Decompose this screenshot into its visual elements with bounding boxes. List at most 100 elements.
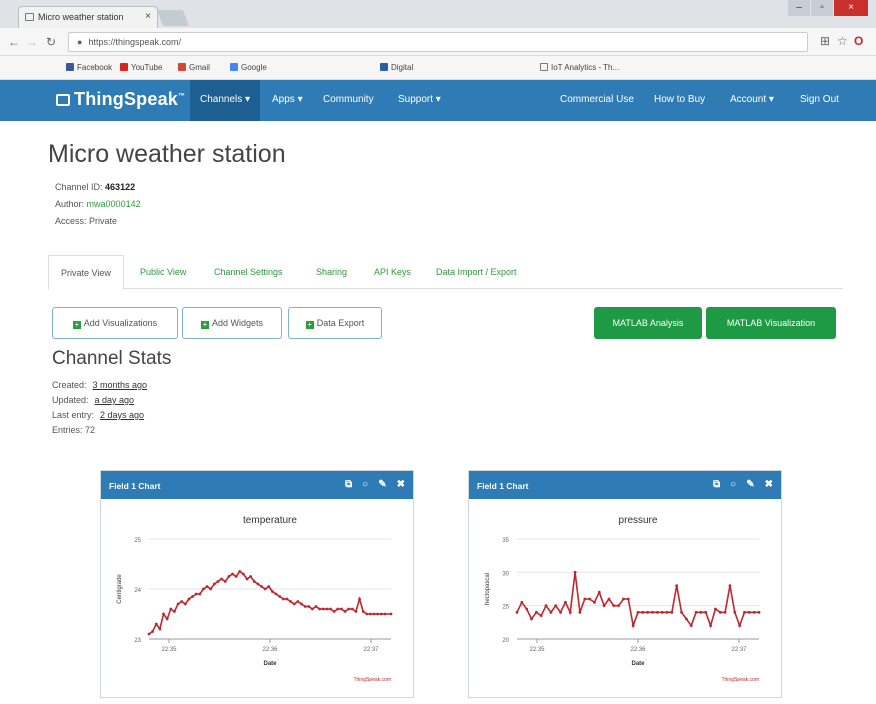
tab-channel-settings[interactable]: Channel Settings (214, 255, 283, 289)
data-point (534, 610, 538, 614)
tab-sharing[interactable]: Sharing (316, 255, 347, 289)
data-point (289, 600, 292, 603)
open-external-icon[interactable]: ⧉ (345, 479, 352, 490)
data-point (296, 600, 300, 603)
chart-widget-pressure: Field 1 Chart ⧉ ○ ✎ ✖ pressure 35 30 25 20 22… (468, 470, 782, 698)
data-export-button[interactable]: + Data Export (288, 307, 382, 339)
stat-updated: Updated: a day ago (52, 395, 135, 405)
data-point (626, 597, 630, 601)
data-point (281, 597, 285, 601)
matlab-analysis-button[interactable]: MATLAB Analysis (594, 307, 702, 339)
data-point (361, 610, 365, 613)
data-point (549, 610, 553, 614)
bookmark-digital[interactable]: Digital (380, 63, 413, 72)
tab-data-import-export[interactable]: Data Import / Export (436, 255, 517, 289)
data-point (343, 610, 347, 613)
x-tick-label: 22:36 (262, 647, 278, 653)
add-widgets-button[interactable]: + Add Widgets (182, 307, 282, 339)
data-point (151, 630, 155, 633)
data-point (256, 582, 260, 586)
data-point (169, 607, 173, 611)
pencil-icon[interactable]: ✎ (746, 479, 754, 490)
nav-how-to-buy[interactable]: How to Buy (654, 94, 705, 105)
url-field[interactable]: ● https://thingspeak.com/ (68, 32, 808, 52)
nav-account[interactable]: Account ▾ (730, 94, 774, 105)
x-axis-label: Date (263, 661, 277, 667)
data-point (318, 607, 322, 611)
tab-private-view[interactable]: Private View (48, 255, 124, 290)
bookmark-google[interactable]: Google (230, 63, 267, 72)
window-controls: – ▫ × (787, 0, 868, 18)
bookmark-gmail[interactable]: Gmail (178, 63, 210, 72)
data-point (336, 607, 340, 611)
back-icon[interactable]: ← (8, 35, 20, 49)
data-point (651, 610, 654, 614)
matlab-visualization-button[interactable]: MATLAB Visualization (706, 307, 836, 339)
youtube-icon (120, 63, 128, 71)
data-point (158, 627, 162, 631)
data-point (743, 610, 746, 614)
x-tick-label: 22:36 (630, 647, 646, 653)
chart-widget-temperature: Field 1 Chart ⧉ ○ ✎ ✖ temperature 25 24 23 2… (100, 470, 414, 698)
nav-support[interactable]: Support ▾ (398, 94, 441, 105)
bookmark-iot-analytics[interactable]: IoT Analytics - Th... (540, 63, 619, 72)
reload-icon[interactable]: ↻ (46, 35, 56, 49)
data-point (212, 582, 216, 586)
data-point (278, 595, 282, 598)
data-point (699, 610, 703, 614)
address-bar-row: ← → ↻ ● https://thingspeak.com/ ⊞ ☆ O (0, 28, 876, 56)
comment-icon[interactable]: ○ (730, 479, 736, 490)
data-point (646, 610, 650, 614)
data-point (738, 624, 742, 628)
data-point (714, 607, 717, 611)
data-point (154, 622, 158, 626)
minimize-icon[interactable]: – (788, 0, 810, 16)
maximize-icon[interactable]: ▫ (811, 0, 833, 16)
thingspeak-logo[interactable]: ThingSpeak™ (56, 89, 185, 110)
page-icon (540, 63, 548, 71)
new-tab-button[interactable] (157, 10, 189, 26)
author-link[interactable]: mwa0000142 (87, 199, 141, 209)
data-point (612, 604, 616, 608)
url-text: https://thingspeak.com/ (88, 37, 181, 47)
y-axis-label: Centigrade (117, 574, 123, 604)
nav-apps[interactable]: Apps ▾ (272, 94, 303, 105)
data-point (198, 592, 202, 596)
nav-commercial-use[interactable]: Commercial Use (560, 94, 634, 105)
series-line (516, 572, 759, 629)
data-point (757, 610, 761, 614)
pencil-icon[interactable]: ✎ (378, 479, 386, 490)
add-visualizations-button[interactable]: + Add Visualizations (52, 307, 178, 339)
tab-api-keys[interactable]: API Keys (374, 255, 411, 289)
window-close-icon[interactable]: × (834, 0, 868, 16)
nav-channels[interactable]: Channels ▾ (190, 80, 261, 121)
data-point (554, 604, 558, 608)
close-tab-icon[interactable]: × (145, 11, 151, 22)
data-point (583, 597, 587, 601)
translate-icon[interactable]: ⊞ (820, 34, 830, 48)
google-icon (230, 63, 238, 71)
data-point (544, 604, 548, 608)
chart-title: pressure (619, 515, 658, 526)
data-point (602, 604, 606, 608)
close-icon[interactable]: ✖ (765, 479, 773, 490)
close-icon[interactable]: ✖ (397, 479, 405, 490)
tab-public-view[interactable]: Public View (140, 255, 186, 289)
y-tick-label: 24 (134, 588, 141, 594)
data-point (515, 610, 519, 614)
data-point (376, 612, 380, 616)
data-point (209, 587, 213, 591)
nav-sign-out[interactable]: Sign Out (800, 94, 839, 105)
forward-icon[interactable]: → (26, 35, 38, 49)
data-point (588, 597, 591, 601)
lock-icon: ● (77, 37, 83, 47)
star-icon[interactable]: ☆ (837, 34, 848, 48)
comment-icon[interactable]: ○ (362, 479, 368, 490)
nav-community[interactable]: Community (323, 94, 374, 105)
bookmark-facebook[interactable]: Facebook (66, 63, 112, 72)
opera-icon[interactable]: O (854, 34, 863, 48)
widget-header: Field 1 Chart ⧉ ○ ✎ ✖ (101, 471, 413, 499)
open-external-icon[interactable]: ⧉ (713, 479, 720, 490)
browser-tab[interactable]: Micro weather station × (18, 6, 158, 28)
bookmark-youtube[interactable]: YouTube (120, 63, 162, 72)
